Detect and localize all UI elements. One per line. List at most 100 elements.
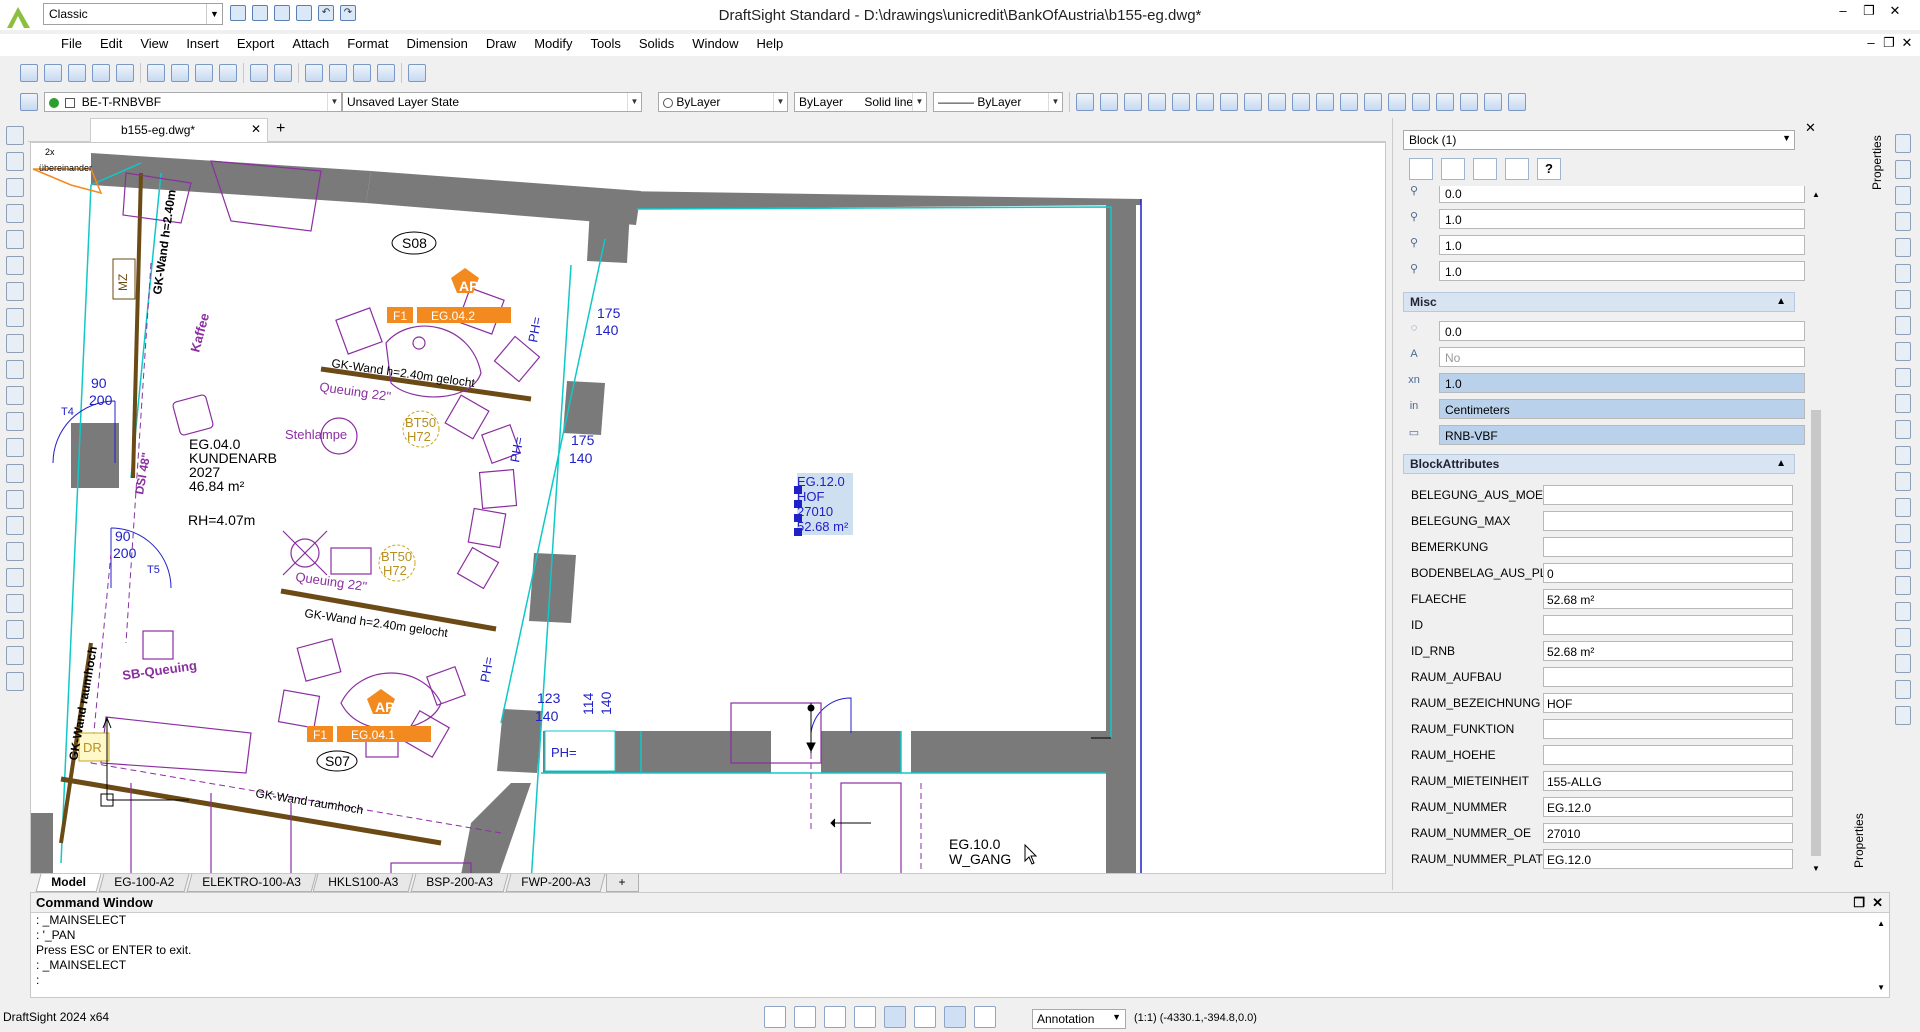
- lineweight-icon[interactable]: [944, 1006, 966, 1028]
- drawing-canvas[interactable]: AP F1 EG.04.2 AP F1 EG.04.1 2x übereinan…: [30, 142, 1386, 874]
- attribute-value[interactable]: 52.68 m²: [1543, 589, 1793, 609]
- array-icon[interactable]: [1895, 654, 1911, 673]
- trim-icon[interactable]: [1895, 394, 1911, 413]
- ortho-icon[interactable]: [824, 1006, 846, 1028]
- dynamic-input-icon[interactable]: [974, 1006, 996, 1028]
- revision-cloud-icon[interactable]: [6, 594, 24, 613]
- attribute-value[interactable]: EG.12.0: [1543, 797, 1793, 817]
- undo-icon[interactable]: [250, 64, 268, 82]
- layer-combo[interactable]: BE-T-RNBVBF ▼: [44, 92, 342, 112]
- dimension-angular-icon[interactable]: [1196, 93, 1214, 111]
- layout-tab-eg-100-a2[interactable]: EG-100-A2: [98, 874, 190, 892]
- dimension-arc-icon[interactable]: [1292, 93, 1310, 111]
- edit-hatch-icon[interactable]: [1895, 602, 1911, 621]
- align-icon[interactable]: [1895, 680, 1911, 699]
- rectangle-icon[interactable]: [6, 204, 24, 223]
- region-icon[interactable]: [6, 412, 24, 431]
- minimize-icon[interactable]: –: [1830, 3, 1856, 19]
- scroll-up-icon[interactable]: ▲: [1877, 919, 1885, 928]
- text-icon[interactable]: [6, 516, 24, 535]
- zoom-icon[interactable]: [353, 64, 371, 82]
- attribute-value[interactable]: 155-ALLG: [1543, 771, 1793, 791]
- menu-format[interactable]: Format: [338, 34, 397, 56]
- hatch-icon[interactable]: [6, 438, 24, 457]
- menu-export[interactable]: Export: [228, 34, 284, 56]
- extend-icon[interactable]: [1895, 420, 1911, 439]
- pan-icon[interactable]: [305, 64, 323, 82]
- menu-file[interactable]: File: [52, 34, 91, 56]
- close-icon[interactable]: ✕: [1872, 895, 1883, 911]
- pattern-icon[interactable]: [1895, 238, 1911, 257]
- grid-icon[interactable]: [794, 1006, 816, 1028]
- dimension-continue-icon[interactable]: [1148, 93, 1166, 111]
- properties-side-tab-bottom[interactable]: Properties: [1852, 798, 1866, 868]
- scroll-thumb[interactable]: [1811, 410, 1821, 856]
- dimension-radius-icon[interactable]: [1244, 93, 1262, 111]
- polyline-icon[interactable]: [6, 152, 24, 171]
- check-icon[interactable]: [1895, 706, 1911, 725]
- attribute-value[interactable]: [1543, 485, 1793, 505]
- donut-icon[interactable]: [6, 490, 24, 509]
- close-icon[interactable]: ✕: [1882, 3, 1908, 19]
- attribute-value[interactable]: [1543, 615, 1793, 635]
- layer-manager-icon[interactable]: [20, 93, 38, 111]
- menu-edit[interactable]: Edit: [91, 34, 131, 56]
- fillet-icon[interactable]: [1895, 524, 1911, 543]
- etrack-icon[interactable]: [914, 1006, 936, 1028]
- tolerance-icon[interactable]: [1364, 93, 1382, 111]
- menu-solids[interactable]: Solids: [630, 34, 683, 56]
- restore-icon[interactable]: ❐: [1880, 35, 1898, 51]
- close-icon[interactable]: ✕: [1805, 120, 1816, 136]
- layout-tab-hkls100-a3[interactable]: HKLS100-A3: [313, 874, 414, 892]
- mirror-icon[interactable]: [1895, 186, 1911, 205]
- menu-window[interactable]: Window: [683, 34, 747, 56]
- menu-view[interactable]: View: [131, 34, 177, 56]
- lengthen-icon[interactable]: [1895, 368, 1911, 387]
- menu-insert[interactable]: Insert: [177, 34, 228, 56]
- explode-icon[interactable]: [1895, 550, 1911, 569]
- lineweight-combo[interactable]: ——— ByLayer ▼: [933, 92, 1063, 112]
- menu-tools[interactable]: Tools: [582, 34, 630, 56]
- chamfer-icon[interactable]: [1895, 498, 1911, 517]
- help-icon[interactable]: ?: [1537, 158, 1561, 180]
- table-icon[interactable]: [1388, 93, 1406, 111]
- collapse-icon[interactable]: ▲: [1776, 296, 1786, 307]
- block-insert-icon[interactable]: [6, 672, 24, 691]
- attribute-value[interactable]: 27010: [1543, 823, 1793, 843]
- layer-state-combo[interactable]: Unsaved Layer State ▼: [342, 92, 642, 112]
- restore-icon[interactable]: ❐: [1853, 895, 1865, 911]
- section-misc[interactable]: Misc ▲: [1403, 292, 1795, 312]
- dimension-diameter-icon[interactable]: [1268, 93, 1286, 111]
- property-value[interactable]: 1.0: [1439, 373, 1805, 393]
- menu-draw[interactable]: Draw: [477, 34, 525, 56]
- close-icon[interactable]: ✕: [251, 122, 261, 136]
- esnap-icon[interactable]: [884, 1006, 906, 1028]
- scroll-down-icon[interactable]: ▼: [1812, 864, 1820, 873]
- copy-icon[interactable]: [1895, 160, 1911, 179]
- menu-help[interactable]: Help: [748, 34, 793, 56]
- cut-icon[interactable]: [147, 64, 165, 82]
- add-tab-icon[interactable]: +: [276, 120, 285, 138]
- add-layout-icon[interactable]: +: [605, 874, 639, 892]
- table-icon[interactable]: [6, 568, 24, 587]
- property-value[interactable]: 1.0: [1439, 235, 1805, 255]
- scroll-down-icon[interactable]: ▼: [1877, 983, 1885, 992]
- break-icon[interactable]: [1895, 446, 1911, 465]
- join-icon[interactable]: [1895, 472, 1911, 491]
- edit-polyline-icon[interactable]: [1895, 576, 1911, 595]
- construction-line-icon[interactable]: [6, 360, 24, 379]
- print-icon[interactable]: [92, 64, 110, 82]
- zoom-window-icon[interactable]: [329, 64, 347, 82]
- property-value[interactable]: 0.0: [1439, 186, 1805, 203]
- document-tab[interactable]: b155-eg.dwg* ✕: [90, 118, 268, 142]
- minimize-icon[interactable]: –: [1862, 35, 1880, 51]
- dimension-aligned-icon[interactable]: [1100, 93, 1118, 111]
- dimension-baseline-icon[interactable]: [1124, 93, 1142, 111]
- select-objects-icon[interactable]: [1441, 158, 1465, 180]
- polar-icon[interactable]: [854, 1006, 876, 1028]
- snap-icon[interactable]: [764, 1006, 786, 1028]
- spline-icon[interactable]: [6, 256, 24, 275]
- block-icon[interactable]: [1436, 93, 1454, 111]
- gradient-icon[interactable]: [6, 464, 24, 483]
- property-value[interactable]: Centimeters: [1439, 399, 1805, 419]
